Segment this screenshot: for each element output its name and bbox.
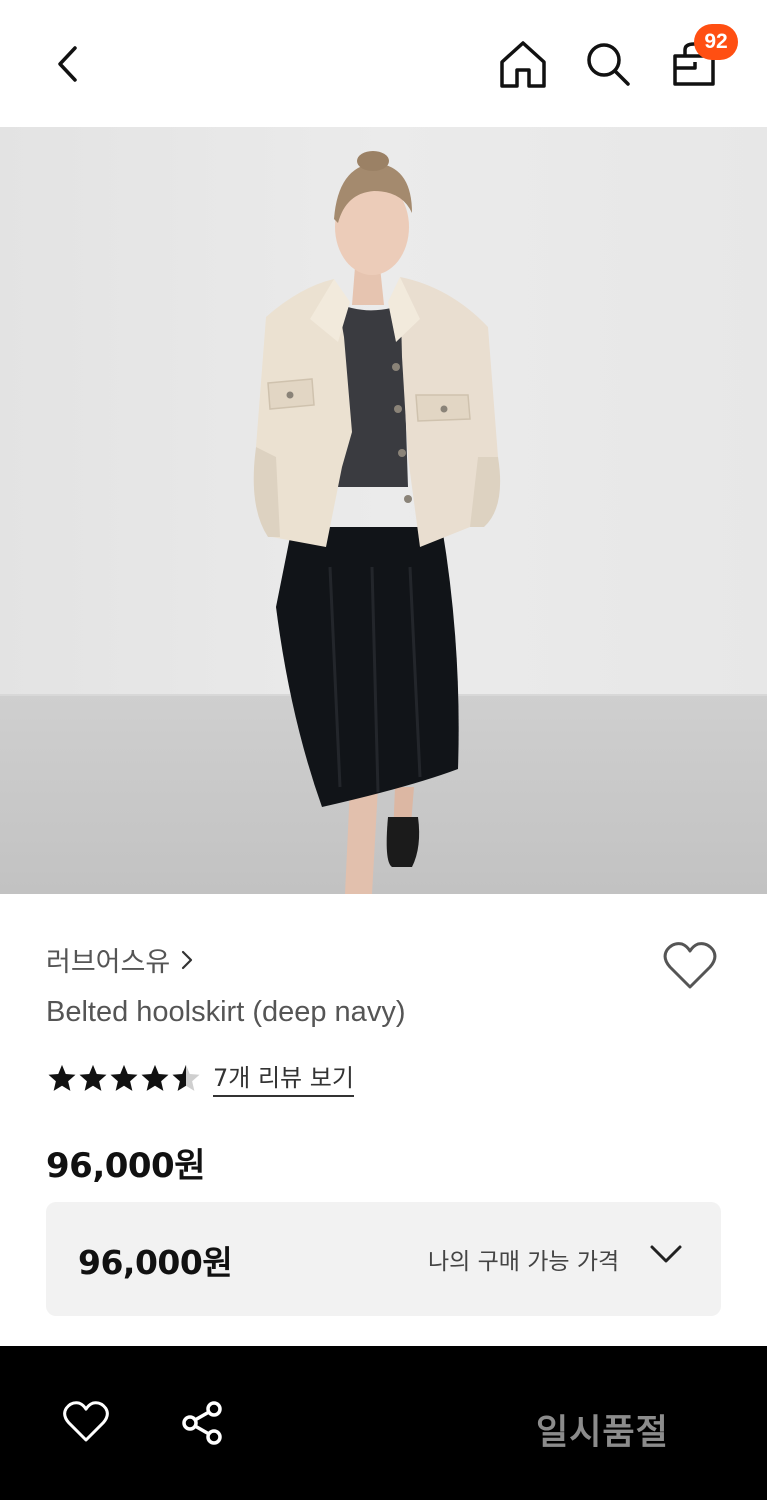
view-reviews-link[interactable]: 7개 리뷰 보기 xyxy=(213,1058,354,1097)
brand-link[interactable]: 러브어스유 xyxy=(46,940,194,979)
star-icon xyxy=(48,1064,76,1091)
bottom-action-bar: 일시품절 xyxy=(0,1346,767,1500)
home-button[interactable] xyxy=(495,36,551,92)
heart-icon xyxy=(63,1401,109,1442)
home-icon xyxy=(500,41,546,88)
search-icon xyxy=(587,43,630,86)
share-button[interactable] xyxy=(178,1398,228,1448)
wishlist-button[interactable] xyxy=(660,938,720,994)
chevron-down-icon xyxy=(648,1242,684,1270)
top-header: 92 xyxy=(0,0,767,127)
search-button[interactable] xyxy=(580,36,636,92)
rating-row: 7개 리뷰 보기 xyxy=(46,1058,354,1097)
rating-stars xyxy=(46,1063,201,1093)
my-purchasable-price: 96,000원 xyxy=(78,1243,233,1282)
share-icon xyxy=(182,1401,222,1445)
product-title: Belted hoolskirt (deep navy) xyxy=(46,996,406,1028)
chevron-right-icon xyxy=(180,949,194,971)
my-purchasable-price-label: 나의 구매 가능 가격 xyxy=(428,1249,620,1275)
my-purchasable-price-box[interactable]: 96,000원 나의 구매 가능 가격 xyxy=(46,1202,721,1316)
bottom-like-button[interactable] xyxy=(60,1398,112,1446)
back-icon xyxy=(58,46,77,82)
cart-count-badge: 92 xyxy=(694,24,738,60)
star-half-icon xyxy=(172,1064,200,1091)
brand-name: 러브어스유 xyxy=(46,947,171,978)
product-photo xyxy=(0,127,767,894)
back-button[interactable] xyxy=(40,36,96,92)
star-icon xyxy=(79,1064,107,1091)
product-info-section: 러브어스유 Belted hoolskirt (deep navy) 7개 리뷰… xyxy=(0,894,767,1346)
star-icon xyxy=(141,1064,169,1091)
product-price: 96,000원 xyxy=(46,1146,205,1186)
product-image[interactable] xyxy=(0,127,767,894)
cart-button[interactable]: 92 xyxy=(666,24,738,92)
star-icon xyxy=(110,1064,138,1091)
heart-icon xyxy=(663,942,717,989)
temporarily-sold-out-button[interactable]: 일시품절 xyxy=(536,1404,669,1455)
